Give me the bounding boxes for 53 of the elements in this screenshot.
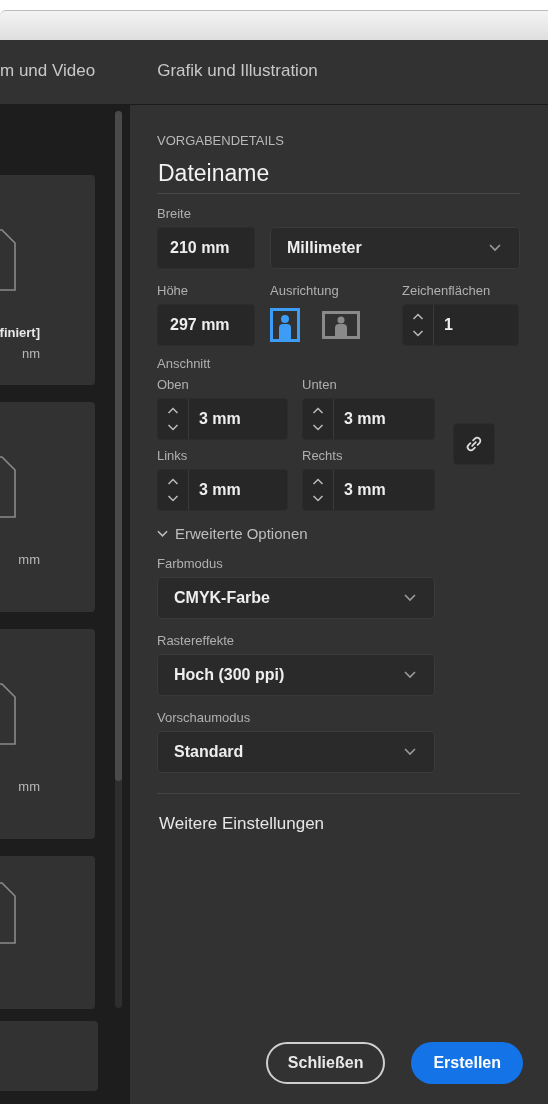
unit-dropdown[interactable]: Millimeter	[270, 227, 520, 269]
chevron-down-icon	[489, 244, 501, 252]
filename-field[interactable]: Dateiname	[157, 160, 520, 194]
bleed-stepper[interactable]: 3 mm	[302, 398, 435, 440]
chevron-down-icon	[404, 594, 416, 602]
chevron-down-icon	[404, 748, 416, 756]
close-button[interactable]: Schließen	[265, 1042, 386, 1084]
preset-name: finiert]	[0, 325, 40, 340]
preset-card[interactable]: mm	[0, 402, 95, 612]
section-label: Anschnitt	[157, 356, 212, 371]
bleed-stepper[interactable]: 3 mm	[302, 469, 435, 511]
landscape-orientation-icon[interactable]	[322, 311, 360, 339]
field-label: Rechts	[302, 448, 344, 463]
link-toggle-button[interactable]	[453, 423, 495, 465]
height-field[interactable]: 297 mm	[157, 304, 255, 346]
bleed-stepper[interactable]: 3 mm	[157, 398, 288, 440]
field-label: Ausrichtung	[270, 283, 340, 298]
field-label: Zeichenflächen	[402, 283, 492, 298]
chevron-down-icon	[404, 671, 416, 679]
field-label: Farbmodus	[157, 556, 224, 571]
stepper-arrows-icon[interactable]	[167, 406, 179, 432]
bleed-stepper[interactable]: 3 mm	[157, 469, 288, 511]
select-dropdown[interactable]: Standard	[157, 731, 435, 773]
width-field[interactable]: 210 mm	[157, 227, 255, 269]
stepper-arrows-icon[interactable]	[312, 406, 324, 432]
advanced-options-toggle[interactable]: Erweiterte Optionen	[157, 525, 308, 542]
preset-size: mm	[18, 779, 40, 794]
stepper-arrows-icon[interactable]	[167, 477, 179, 503]
field-label: Links	[157, 448, 189, 463]
category-tab[interactable]: m und Video	[0, 40, 96, 104]
preset-card[interactable]: mm	[0, 629, 95, 839]
preset-size: nm	[21, 346, 40, 361]
field-label: Unten	[302, 377, 338, 392]
select-dropdown[interactable]: CMYK-Farbe	[157, 577, 435, 619]
stepper-arrows-icon[interactable]	[312, 477, 324, 503]
chevron-down-icon	[157, 529, 168, 538]
section-heading: VORGABENDETAILS	[157, 133, 285, 148]
portrait-orientation-icon[interactable]	[270, 308, 300, 342]
preset-card[interactable]: finiert] nm	[0, 175, 95, 385]
stepper-arrows-icon[interactable]	[412, 312, 424, 338]
field-label: Höhe	[157, 283, 190, 298]
field-label: Rastereffekte	[157, 633, 236, 648]
field-label: Vorschaumodus	[157, 710, 252, 725]
scrollbar-thumb[interactable]	[115, 111, 122, 781]
more-settings-button[interactable]: Weitere Einstellungen	[157, 814, 325, 834]
create-button[interactable]: Erstellen	[411, 1042, 523, 1084]
preset-size: mm	[18, 552, 40, 567]
select-dropdown[interactable]: Hoch (300 ppi)	[157, 654, 435, 696]
link-icon	[465, 435, 483, 453]
field-label: Oben	[157, 377, 190, 392]
category-tab[interactable]: Grafik und Illustration	[157, 40, 318, 104]
field-label: Breite	[157, 206, 192, 221]
artboards-stepper[interactable]: 1	[402, 304, 519, 346]
